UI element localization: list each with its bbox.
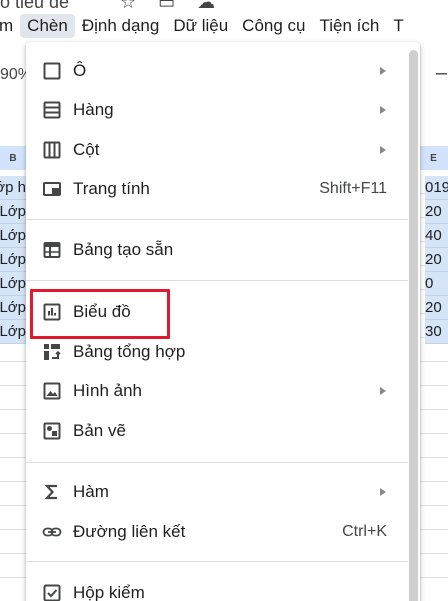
menu-item-cell[interactable]: Ô [26,53,420,89]
cell[interactable]: Lớp [0,224,26,248]
menu-divider [26,219,408,220]
menu-item-label: Cột [73,140,100,159]
menu-item-label: Bản vẽ [73,421,126,440]
left-cells: ớp h Lớp Lớp Lớp Lớp Lớp Lớp [0,176,26,344]
menu-item-label: Hàm [73,482,109,501]
menu-item-label: Bảng tạo sẵn [73,240,174,259]
menu-item-pivot-table[interactable]: Bảng tổng hợp [26,334,420,370]
menu-item-label: Hàng [73,100,114,119]
menu-item-label: Bảng tổng hợp [73,342,186,361]
menu-item-image[interactable]: Hình ảnh [26,373,420,409]
checkbox-icon [42,583,62,601]
submenu-arrow-icon [380,146,386,154]
submenu-arrow-icon [380,488,386,496]
cell[interactable]: 0 [425,272,448,296]
submenu-arrow-icon [380,387,386,395]
cell[interactable]: 019 [425,176,448,200]
menu-divider [26,280,408,281]
columns-icon [42,140,62,160]
shortcut-label: Ctrl+K [342,523,387,540]
submenu-arrow-icon [380,67,386,75]
sigma-icon [42,482,62,502]
menu-format[interactable]: Định dạng [75,14,167,38]
cell[interactable]: 40 [425,224,448,248]
cell[interactable]: ớp h [0,176,26,200]
menu-bar: m Chèn Định dạng Dữ liệu Công cụ Tiện íc… [0,12,448,40]
menu-extensions-fragment[interactable]: m [0,14,20,38]
menu-data[interactable]: Dữ liệu [166,14,235,38]
submenu-arrow-icon [380,106,386,114]
rows-icon [42,100,62,120]
drawing-icon [42,421,62,441]
menu-item-sheet[interactable]: Trang tính Shift+F11 [26,171,420,207]
cell[interactable]: Lớp [0,320,26,344]
cell[interactable]: 20 [425,248,448,272]
menu-item-column[interactable]: Cột [26,132,420,168]
menu-item-label: Ô [73,61,87,80]
menu-item-checkbox[interactable]: Hộp kiểm [26,575,420,601]
column-header-b[interactable]: B [0,146,26,170]
cell[interactable]: Lớp [0,248,26,272]
sheet-tab-icon [42,179,62,199]
menu-divider [26,561,408,562]
cell[interactable]: Lớp [0,296,26,320]
menu-item-row[interactable]: Hàng [26,92,420,128]
cell[interactable]: 20 [425,296,448,320]
image-icon [42,381,62,401]
cell[interactable]: 20 [425,200,448,224]
column-header-e[interactable]: E [419,146,448,170]
cell[interactable]: 30 [425,320,448,344]
highlight-annotation [30,289,170,339]
menu-item-label: Hình ảnh [73,381,142,400]
font-size-decrease[interactable]: – [436,62,447,85]
pivot-table-icon [42,342,62,362]
right-cells: 019 20 40 20 0 20 30 [425,176,448,344]
menu-extensions[interactable]: Tiện ích [313,14,387,38]
cell[interactable]: Lớp [0,200,26,224]
menu-item-label: Trang tính [73,179,150,198]
menu-scrollbar[interactable] [409,50,418,601]
square-icon [42,61,62,81]
menu-help-fragment[interactable]: T [386,14,410,38]
table-icon [42,240,62,260]
menu-item-label: Đường liên kết [73,522,186,541]
shortcut-label: Shift+F11 [319,180,387,197]
menu-item-preset-table[interactable]: Bảng tạo sẵn [26,232,420,268]
menu-tools[interactable]: Công cụ [235,14,312,38]
menu-item-drawing[interactable]: Bản vẽ [26,413,420,449]
menu-item-link[interactable]: Đường liên kết Ctrl+K [26,514,420,550]
menu-item-function[interactable]: Hàm [26,474,420,510]
menu-insert[interactable]: Chèn [20,14,75,38]
cell[interactable]: Lớp [0,272,26,296]
link-icon [42,522,62,542]
menu-item-label: Hộp kiểm [73,583,145,601]
menu-divider [26,462,408,463]
